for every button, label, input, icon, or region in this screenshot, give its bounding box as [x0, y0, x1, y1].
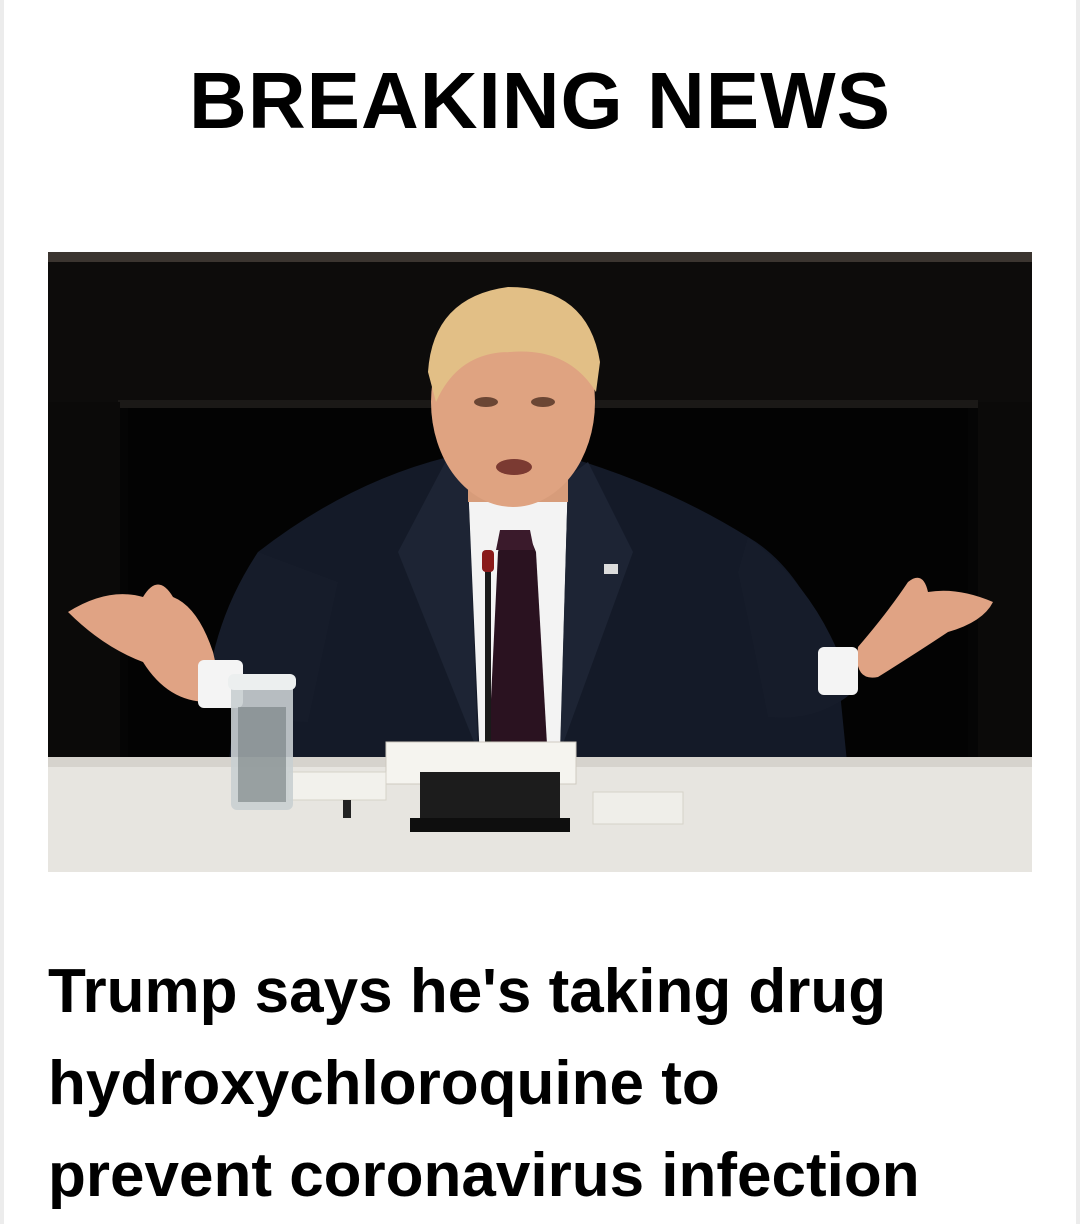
left-edge-shadow: [0, 0, 4, 1224]
news-photo-image: [48, 252, 1032, 872]
article-headline: Trump says he's taking drug hydroxychlor…: [48, 946, 1038, 1222]
article-headline-line-3: prevent coronavirus infection: [48, 1141, 920, 1210]
right-edge-shadow: [1076, 0, 1080, 1224]
article-headline-line-1: Trump says he's taking drug: [48, 957, 887, 1026]
article-headline-line-2: hydroxychloroquine to: [48, 1049, 720, 1118]
page: BREAKING NEWS Trump says he's taking dru…: [0, 0, 1080, 1224]
breaking-news-banner: BREAKING NEWS: [189, 56, 891, 145]
